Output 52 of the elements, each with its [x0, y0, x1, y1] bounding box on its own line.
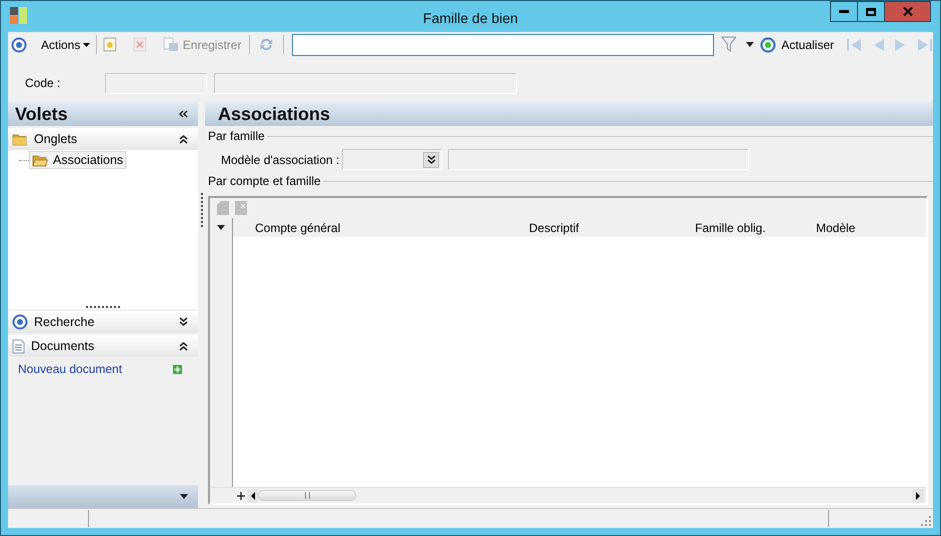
scroll-right-icon[interactable] — [912, 488, 924, 502]
model-description-field[interactable] — [448, 149, 749, 170]
model-label: Modèle d'association : — [221, 152, 340, 168]
section-title: Recherche — [34, 314, 94, 331]
group-title: Par compte et famille — [208, 173, 321, 190]
resize-grip-icon[interactable] — [921, 516, 931, 526]
refresh-button[interactable]: Actualiser — [760, 36, 834, 54]
tree-item[interactable]: Associations — [29, 151, 126, 169]
chevron-icon[interactable] — [179, 134, 188, 144]
window-title: Famille de bien — [422, 9, 519, 28]
add-icon[interactable] — [173, 364, 182, 374]
chevron-icon[interactable] — [426, 154, 436, 164]
scrollbar-thumb[interactable] — [258, 490, 356, 501]
section-title: Onglets — [34, 130, 78, 148]
column-header[interactable]: Modèle — [816, 218, 926, 236]
caret-icon — [83, 42, 90, 46]
column-header[interactable]: Compte général — [233, 218, 481, 236]
filter-icon[interactable] — [720, 36, 736, 53]
section-header[interactable]: Documents — [8, 335, 198, 357]
chevron-icon[interactable] — [179, 317, 188, 327]
section-header[interactable]: Recherche — [8, 311, 198, 333]
open-folder-icon — [32, 154, 48, 166]
caret-icon[interactable] — [746, 42, 754, 47]
close-icon — [902, 7, 912, 16]
save-icon — [162, 37, 179, 52]
new-document-link[interactable]: Nouveau document — [18, 360, 122, 378]
minimize-button[interactable] — [830, 1, 858, 22]
target-icon — [12, 314, 28, 330]
search-field[interactable] — [292, 34, 714, 56]
scroll-left-icon[interactable] — [248, 488, 258, 502]
actions-menu[interactable]: Actions — [41, 36, 90, 54]
column-header[interactable]: Famille oblig. — [695, 218, 816, 236]
close-button[interactable] — [885, 1, 931, 22]
target-icon — [11, 36, 27, 52]
group-title: Par famille — [208, 128, 265, 145]
new-document-icon[interactable] — [103, 37, 118, 52]
code-field[interactable] — [105, 72, 207, 94]
code-label: Code : — [25, 75, 62, 92]
app-icon — [10, 7, 27, 24]
collapse-icon[interactable] — [179, 110, 188, 118]
section-header[interactable]: Onglets — [8, 128, 198, 150]
section-title: Documents — [31, 338, 94, 355]
folder-icon — [12, 132, 28, 146]
refresh-icon — [760, 36, 776, 52]
code-description-field[interactable] — [214, 72, 517, 94]
document-icon — [12, 338, 25, 354]
column-header[interactable]: Descriptif — [481, 218, 695, 236]
content-title: Associations — [218, 102, 330, 126]
sidebar-title: Volets — [15, 102, 68, 126]
chevron-icon[interactable] — [179, 341, 188, 351]
caret-icon[interactable] — [217, 225, 225, 230]
caret-icon[interactable] — [180, 494, 188, 499]
